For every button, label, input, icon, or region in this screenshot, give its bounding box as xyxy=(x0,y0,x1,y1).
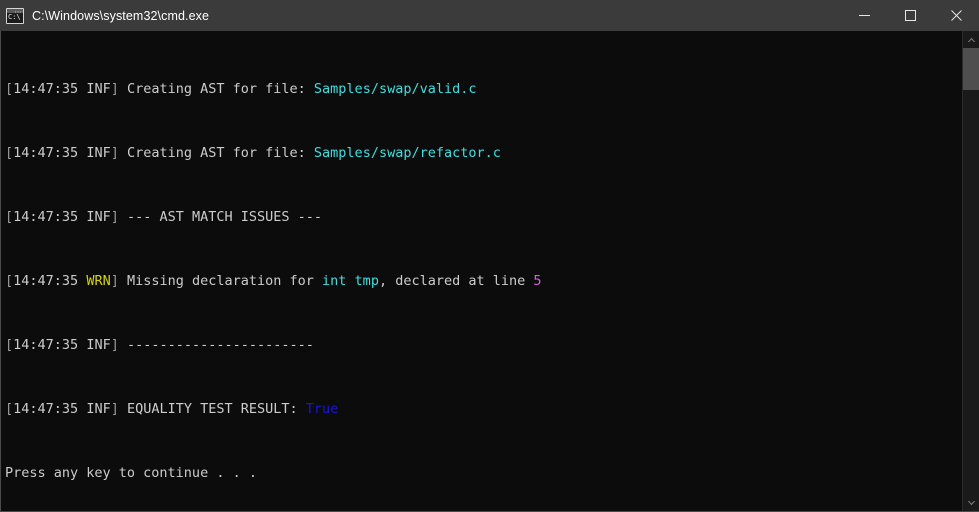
minimize-button[interactable] xyxy=(841,0,887,31)
log-bracket-close: ] xyxy=(110,337,119,353)
log-timestamp: 14:47:35 xyxy=(13,209,79,225)
log-line-3: [14:47:35 INF] --- AST MATCH ISSUES --- xyxy=(5,209,962,225)
log-highlight-path: Samples/swap/valid.c xyxy=(313,81,477,97)
log-message: --- AST MATCH ISSUES --- xyxy=(118,209,323,225)
scroll-up-icon[interactable] xyxy=(963,31,979,48)
log-bracket-open: [ xyxy=(5,273,14,289)
close-button[interactable] xyxy=(933,0,979,31)
maximize-button[interactable] xyxy=(887,0,933,31)
window-controls xyxy=(841,0,979,31)
prompt-text: Press any key to continue . . . xyxy=(5,465,257,481)
log-line-2: [14:47:35 INF] Creating AST for file: Sa… xyxy=(5,145,962,161)
log-line-4: [14:47:35 WRN] Missing declaration for i… xyxy=(5,273,962,289)
log-message-post: , declared at line xyxy=(378,273,534,289)
log-line-6: [14:47:35 INF] EQUALITY TEST RESULT: Tru… xyxy=(5,401,962,417)
log-highlight-type: int tmp xyxy=(322,273,379,289)
log-bracket-open: [ xyxy=(5,209,14,225)
log-line-number: 5 xyxy=(533,273,542,289)
scrollbar-track[interactable] xyxy=(963,48,979,494)
log-bracket-close: ] xyxy=(110,273,119,289)
log-timestamp: 14:47:35 xyxy=(13,337,79,353)
log-level: INF xyxy=(86,401,111,417)
log-bracket-close: ] xyxy=(110,81,119,97)
vertical-scrollbar[interactable] xyxy=(962,31,979,511)
log-level: INF xyxy=(86,209,111,225)
icon-prompt-text: C:\ xyxy=(8,12,21,21)
log-timestamp: 14:47:35 xyxy=(13,401,79,417)
log-message: Creating AST for file: xyxy=(118,145,314,161)
log-message: Creating AST for file: xyxy=(118,81,314,97)
scrollbar-thumb[interactable] xyxy=(963,48,979,90)
log-line-5: [14:47:35 INF] ----------------------- xyxy=(5,337,962,353)
log-bracket-close: ] xyxy=(110,145,119,161)
log-highlight-path: Samples/swap/refactor.c xyxy=(313,145,501,161)
window-title: C:\Windows\system32\cmd.exe xyxy=(32,8,210,23)
log-level-warning: WRN xyxy=(86,273,111,289)
log-timestamp: 14:47:35 xyxy=(13,81,79,97)
log-line-1: [14:47:35 INF] Creating AST for file: Sa… xyxy=(5,81,962,97)
log-level: INF xyxy=(86,81,111,97)
console-body: [14:47:35 INF] Creating AST for file: Sa… xyxy=(0,31,979,512)
log-message: EQUALITY TEST RESULT: xyxy=(118,401,306,417)
log-bracket-open: [ xyxy=(5,145,14,161)
log-bracket-open: [ xyxy=(5,81,14,97)
log-timestamp: 14:47:35 xyxy=(13,273,79,289)
cmd-window: ••• C:\ C:\Windows\system32\cmd.exe [14:… xyxy=(0,0,979,512)
log-level: INF xyxy=(86,337,111,353)
log-bracket-open: [ xyxy=(5,401,14,417)
log-bracket-close: ] xyxy=(110,401,119,417)
scroll-down-icon[interactable] xyxy=(963,494,979,511)
title-bar[interactable]: ••• C:\ C:\Windows\system32\cmd.exe xyxy=(0,0,979,31)
log-bracket-close: ] xyxy=(110,209,119,225)
log-level: INF xyxy=(86,145,111,161)
console-output[interactable]: [14:47:35 INF] Creating AST for file: Sa… xyxy=(1,31,962,511)
press-any-key-prompt: Press any key to continue . . . xyxy=(5,465,962,481)
log-result-value: True xyxy=(305,401,339,417)
log-timestamp: 14:47:35 xyxy=(13,145,79,161)
log-separator: ----------------------- xyxy=(118,337,314,353)
log-message: Missing declaration for xyxy=(118,273,323,289)
cmd-console-icon: ••• C:\ xyxy=(6,7,24,24)
log-bracket-open: [ xyxy=(5,337,14,353)
